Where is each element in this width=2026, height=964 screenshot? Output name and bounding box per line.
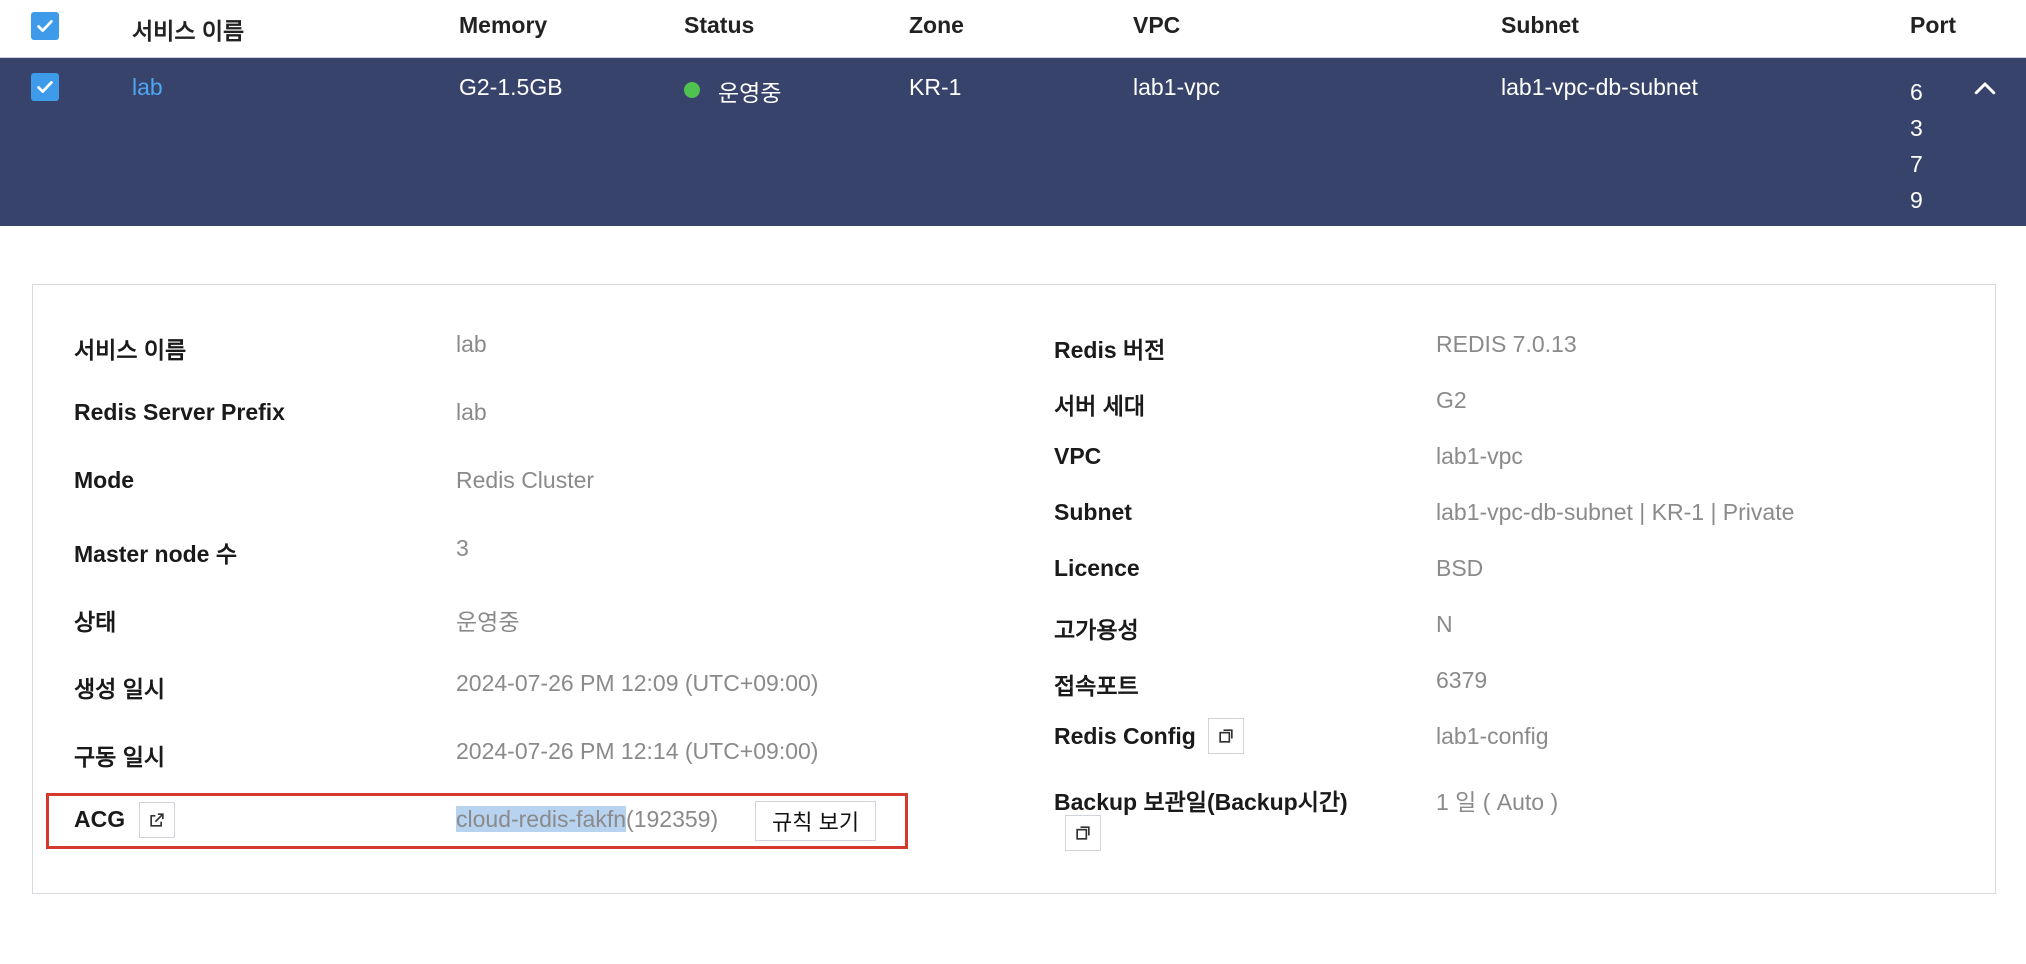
row-port-line: 6 [1910, 79, 1923, 105]
label-server-prefix: Redis Server Prefix [74, 399, 285, 425]
check-icon [37, 20, 53, 32]
value-state: 운영중 [456, 609, 520, 635]
label-access-port: 접속포트 [1054, 673, 1139, 699]
row-zone: KR-1 [909, 74, 962, 100]
label-state: 상태 [74, 609, 117, 635]
value-server-prefix: lab [456, 399, 487, 425]
header-subnet[interactable]: Subnet [1501, 12, 1579, 39]
row-checkbox[interactable] [31, 73, 59, 101]
header-zone[interactable]: Zone [909, 12, 964, 39]
label-server-generation: 서버 세대 [1054, 393, 1146, 419]
value-server-generation: G2 [1436, 387, 1467, 413]
label-started: 구동 일시 [74, 744, 166, 770]
value-mode: Redis Cluster [456, 467, 595, 493]
label-mode: Mode [74, 467, 135, 493]
highlight-annotation-box [46, 793, 908, 849]
value-service-name: lab [456, 331, 487, 357]
value-subnet: lab1-vpc-db-subnet | KR-1 | Private [1436, 499, 1795, 525]
row-service-name-link[interactable]: lab [132, 74, 163, 101]
value-created: 2024-07-26 PM 12:09 (UTC+09:00) [456, 670, 819, 696]
redis-config-copy-button[interactable] [1208, 718, 1244, 754]
row-subnet: lab1-vpc-db-subnet [1501, 74, 1698, 100]
header-status[interactable]: Status [684, 12, 754, 39]
value-backup-retention: 1 일 ( Auto ) [1436, 789, 1559, 815]
select-all-checkbox[interactable] [31, 12, 59, 40]
label-vpc: VPC [1054, 443, 1102, 469]
header-vpc[interactable]: VPC [1133, 12, 1180, 39]
copy-icon [1219, 729, 1233, 743]
label-high-availability: 고가용성 [1054, 617, 1139, 643]
row-port-line: 9 [1910, 187, 1923, 213]
label-subnet: Subnet [1054, 499, 1132, 525]
row-port-line: 3 [1910, 115, 1923, 141]
value-started: 2024-07-26 PM 12:14 (UTC+09:00) [456, 738, 819, 764]
label-created: 생성 일시 [74, 676, 166, 702]
row-vpc: lab1-vpc [1133, 74, 1220, 100]
row-status: 운영중 [718, 80, 782, 106]
label-redis-config: Redis Config [1054, 723, 1196, 749]
value-vpc: lab1-vpc [1436, 443, 1523, 469]
label-licence: Licence [1054, 555, 1140, 581]
header-port[interactable]: Port [1910, 12, 1956, 39]
value-redis-config: lab1-config [1436, 723, 1549, 749]
value-access-port: 6379 [1436, 667, 1488, 693]
header-memory[interactable]: Memory [459, 12, 547, 39]
row-port: 6 3 7 9 [1910, 74, 1923, 218]
check-icon [37, 81, 53, 93]
value-master-node: 3 [456, 535, 469, 561]
value-licence: BSD [1436, 555, 1484, 581]
value-high-availability: N [1436, 611, 1453, 637]
label-master-node: Master node 수 [74, 541, 238, 567]
table-row[interactable]: lab G2-1.5GB 운영중 KR-1 lab1-vpc lab1-vpc-… [0, 58, 2026, 226]
chevron-up-icon[interactable] [1970, 74, 2000, 104]
backup-copy-button[interactable] [1065, 815, 1101, 851]
table-header: 서비스 이름 Memory Status Zone VPC Subnet Por… [0, 0, 2026, 58]
label-redis-version: Redis 버전 [1054, 337, 1166, 363]
copy-icon [1076, 826, 1090, 840]
label-service-name: 서비스 이름 [74, 337, 187, 363]
value-redis-version: REDIS 7.0.13 [1436, 331, 1577, 357]
label-backup-retention: Backup 보관일(Backup시간) [1054, 789, 1348, 815]
header-service-name[interactable]: 서비스 이름 [132, 12, 244, 46]
status-dot [684, 82, 700, 98]
row-port-line: 7 [1910, 151, 1923, 177]
row-memory: G2-1.5GB [459, 74, 563, 100]
